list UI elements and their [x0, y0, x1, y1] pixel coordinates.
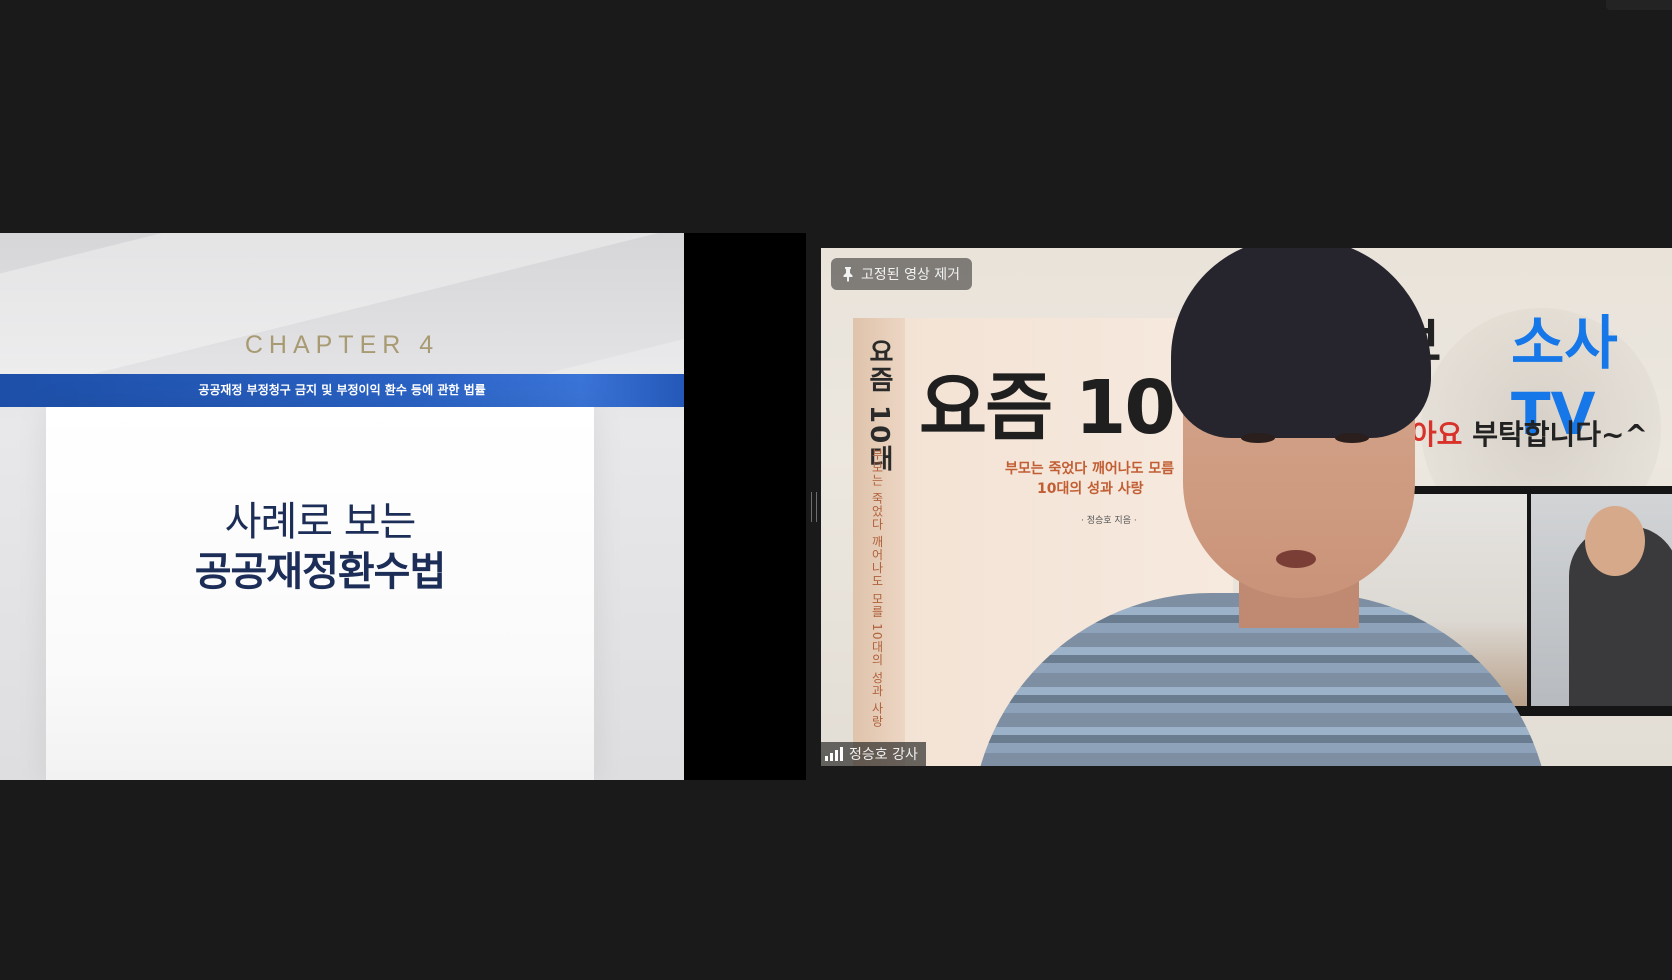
- tv-person-face: [1585, 506, 1645, 576]
- presentation-slide: CHAPTER 4 공공재정 부정청구 금지 및 부정이익 환수 등에 관한 법…: [0, 233, 684, 780]
- slide-title-card: 사례로 보는 공공재정환수법: [46, 407, 594, 780]
- banner-like-black: 부탁합니다~^: [1472, 418, 1648, 451]
- slide-title-line2: 공공재정환수법: [194, 549, 447, 595]
- unpin-video-button[interactable]: 고정된 영상 제거: [831, 258, 973, 290]
- slide-chapter-label: CHAPTER 4: [244, 331, 440, 359]
- speaker-eye-left: [1241, 433, 1275, 443]
- book-spine-subtitle: 부모는 죽었다 깨어나도 모를 10대의 성과 사랑: [870, 448, 884, 729]
- connection-signal-icon: [825, 747, 843, 761]
- speaker-mouth: [1276, 550, 1316, 568]
- book-spine: 요즘 10대 부모는 죽었다 깨어나도 모를 10대의 성과 사랑: [853, 318, 905, 766]
- unpin-video-label: 고정된 영상 제거: [861, 267, 961, 283]
- speaker-eye-right: [1335, 433, 1369, 443]
- split-view-resize-handle[interactable]: [811, 492, 817, 522]
- participant-name: 정승호 강사: [849, 747, 918, 763]
- book-author: · 정승호 지음 ·: [1081, 516, 1137, 526]
- screen-share-area[interactable]: CHAPTER 4 공공재정 부정청구 금지 및 부정이익 환수 등에 관한 법…: [0, 233, 806, 780]
- book-title: 요즘 10: [919, 365, 1176, 451]
- pin-icon: [843, 267, 853, 282]
- participant-video-tile[interactable]: 투브 소사TV & 좋아요 부탁합니다~^ 요즘 10대 부모는 죽었다 깨어나…: [821, 248, 1672, 766]
- slide-law-band: 공공재정 부정청구 금지 및 부정이익 환수 등에 관한 법률: [0, 374, 684, 407]
- window-corner-handle: [1606, 0, 1672, 10]
- book-subtitle-1: 부모는 죽었다 깨어나도 모름: [1005, 461, 1175, 477]
- speaker-hair: [1171, 248, 1431, 438]
- participant-name-tag: 정승호 강사: [821, 742, 926, 766]
- book-subtitle-2: 10대의 성과 사랑: [1037, 481, 1144, 497]
- slide-law-name: 공공재정 부정청구 금지 및 부정이익 환수 등에 관한 법률: [198, 383, 486, 397]
